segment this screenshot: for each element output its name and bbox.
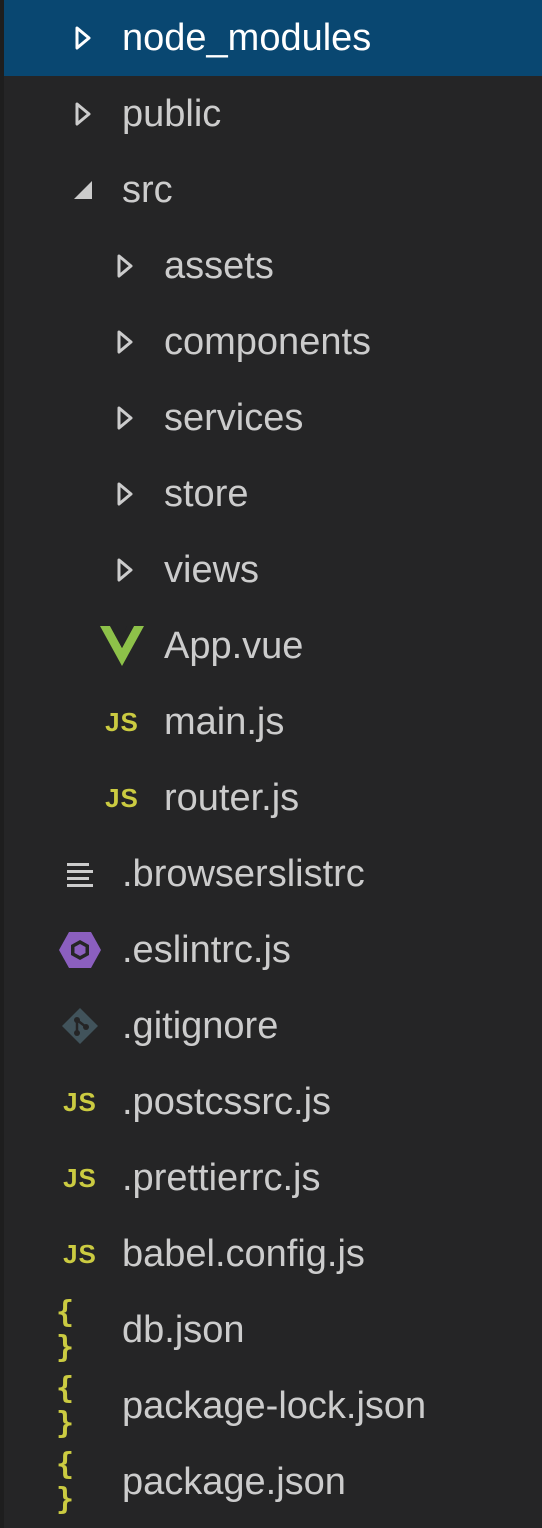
chevron-right-icon[interactable] bbox=[110, 228, 140, 304]
js-icon: JS bbox=[63, 1238, 97, 1269]
tree-item-public[interactable]: public bbox=[4, 76, 542, 152]
chevron-right-icon[interactable] bbox=[68, 76, 98, 152]
json-icon: { } bbox=[56, 1295, 77, 1365]
lines-icon bbox=[56, 836, 104, 912]
file-tree: node_modules public src assets component… bbox=[4, 0, 542, 1520]
js-icon: JS bbox=[105, 706, 139, 737]
tree-item-store[interactable]: store bbox=[4, 456, 542, 532]
tree-item-label: package.json bbox=[122, 1461, 346, 1503]
chevron-right-icon[interactable] bbox=[110, 456, 140, 532]
js-icon: JS bbox=[105, 782, 139, 813]
js-icon: JS bbox=[63, 1086, 97, 1117]
chevron-right-icon[interactable] bbox=[68, 0, 98, 76]
tree-item-label: .prettierrc.js bbox=[122, 1157, 321, 1199]
tree-item-services[interactable]: services bbox=[4, 380, 542, 456]
tree-item-label: services bbox=[164, 397, 304, 439]
vue-icon bbox=[98, 608, 146, 684]
tree-item-package-lock-json[interactable]: { } package-lock.json bbox=[4, 1368, 542, 1444]
tree-item-label: .gitignore bbox=[122, 1005, 279, 1047]
tree-item-eslintrc-js[interactable]: .eslintrc.js bbox=[4, 912, 542, 988]
json-icon: { } bbox=[56, 1447, 77, 1517]
tree-item-label: components bbox=[164, 321, 372, 363]
tree-item-label: main.js bbox=[164, 701, 285, 743]
tree-item-label: .postcssrc.js bbox=[122, 1081, 332, 1123]
tree-item-main-js[interactable]: JS main.js bbox=[4, 684, 542, 760]
tree-item-label: db.json bbox=[122, 1309, 245, 1351]
tree-item-assets[interactable]: assets bbox=[4, 228, 542, 304]
tree-item-gitignore[interactable]: .gitignore bbox=[4, 988, 542, 1064]
tree-item-label: node_modules bbox=[122, 17, 372, 59]
tree-item-prettierrc-js[interactable]: JS .prettierrc.js bbox=[4, 1140, 542, 1216]
tree-item-db-json[interactable]: { } db.json bbox=[4, 1292, 542, 1368]
tree-item-label: public bbox=[122, 93, 222, 135]
chevron-right-icon[interactable] bbox=[110, 532, 140, 608]
tree-item-views[interactable]: views bbox=[4, 532, 542, 608]
json-icon: { } bbox=[56, 1371, 77, 1441]
tree-item-src[interactable]: src bbox=[4, 152, 542, 228]
eslint-icon bbox=[56, 912, 104, 988]
chevron-right-icon[interactable] bbox=[110, 304, 140, 380]
js-icon: JS bbox=[63, 1162, 97, 1193]
chevron-down-icon[interactable] bbox=[68, 152, 98, 228]
tree-item-browserslistrc[interactable]: .browserslistrc bbox=[4, 836, 542, 912]
chevron-right-icon[interactable] bbox=[110, 380, 140, 456]
tree-item-app-vue[interactable]: App.vue bbox=[4, 608, 542, 684]
tree-item-label: router.js bbox=[164, 777, 300, 819]
tree-item-label: babel.config.js bbox=[122, 1233, 365, 1275]
tree-item-postcssrc-js[interactable]: JS .postcssrc.js bbox=[4, 1064, 542, 1140]
tree-item-components[interactable]: components bbox=[4, 304, 542, 380]
tree-item-label: package-lock.json bbox=[122, 1385, 427, 1427]
file-explorer: node_modules public src assets component… bbox=[0, 0, 542, 1528]
tree-item-label: src bbox=[122, 169, 173, 211]
tree-item-label: store bbox=[164, 473, 249, 515]
tree-item-babel-config-js[interactable]: JS babel.config.js bbox=[4, 1216, 542, 1292]
tree-item-label: .browserslistrc bbox=[122, 853, 365, 895]
tree-item-label: .eslintrc.js bbox=[122, 929, 291, 971]
tree-item-label: views bbox=[164, 549, 260, 591]
tree-item-package-json[interactable]: { } package.json bbox=[4, 1444, 542, 1520]
tree-item-node-modules[interactable]: node_modules bbox=[4, 0, 542, 76]
git-icon bbox=[56, 988, 104, 1064]
tree-item-label: App.vue bbox=[164, 625, 304, 667]
tree-item-label: assets bbox=[164, 245, 274, 287]
tree-item-router-js[interactable]: JS router.js bbox=[4, 760, 542, 836]
